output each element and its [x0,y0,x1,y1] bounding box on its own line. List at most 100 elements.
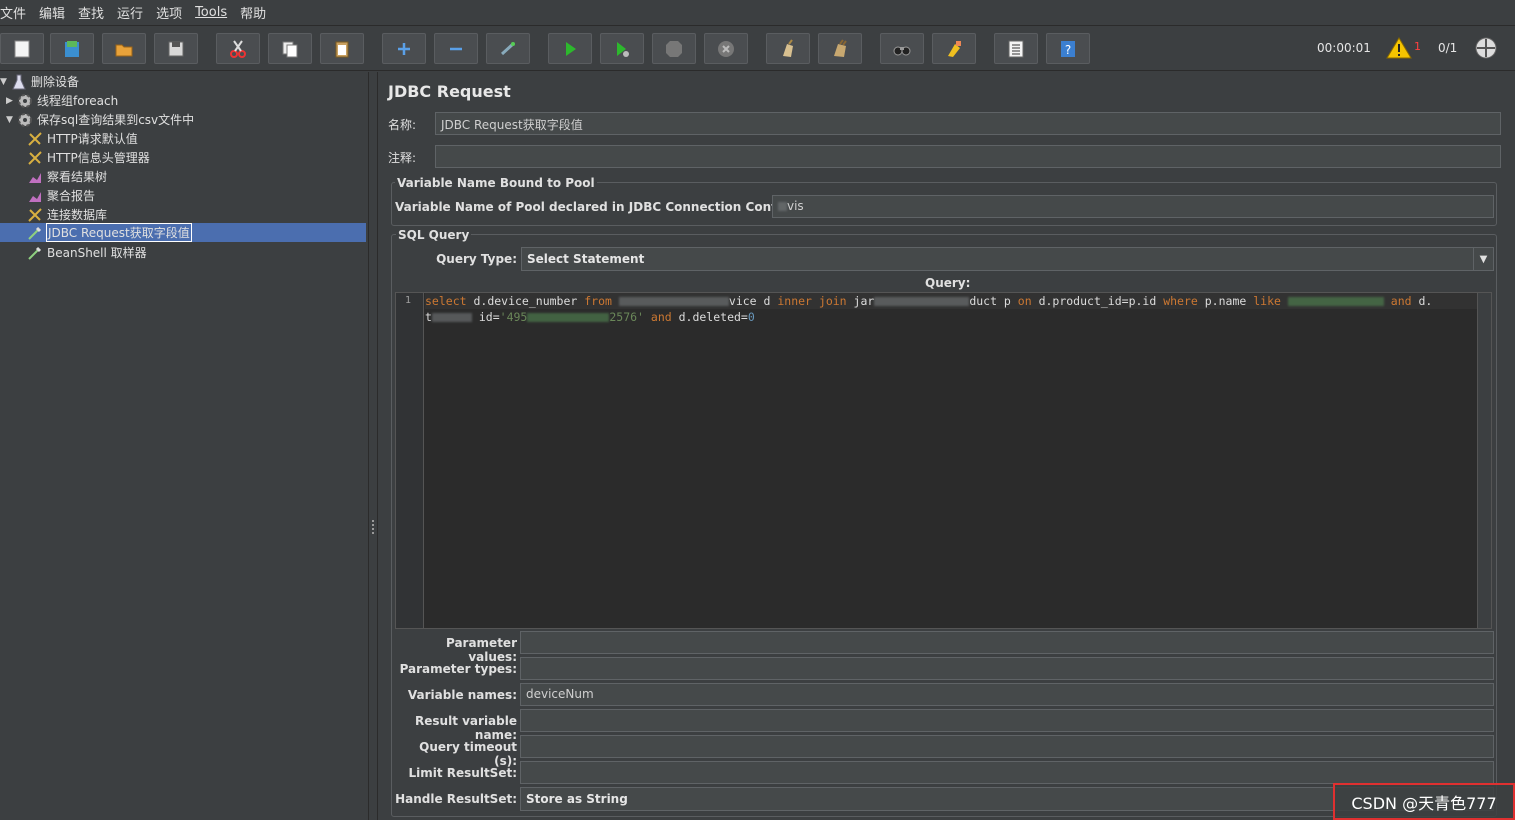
collapse-arrow-icon[interactable]: ▶ [6,96,16,106]
list-icon [1008,40,1024,57]
comment-label: 注释: [388,151,417,165]
start-no-pauses-button[interactable] [600,33,644,64]
minus-icon [450,47,462,50]
start-button[interactable] [548,33,592,64]
menu-bar: 文件 编辑 查找 运行 选项 Tools 帮助 [0,0,1515,26]
scissors-icon [230,39,246,58]
svg-text:?: ? [1065,43,1071,57]
parameter-types-field[interactable] [520,657,1494,680]
redacted-text [1287,297,1384,306]
help-button[interactable]: ? [1046,33,1090,64]
reset-search-icon [948,40,961,57]
toolbar: ? 00:00:01 1 0/1 [0,27,1515,71]
expand-arrow-icon[interactable]: ▼ [6,115,16,125]
menu-edit[interactable]: 编辑 [39,3,72,22]
expand-arrow-icon[interactable]: ▼ [0,77,10,87]
name-label: 名称: [388,118,417,132]
stop-icon [666,40,682,57]
collapse-button[interactable] [434,33,478,64]
templates-icon [65,40,79,57]
code-line-1: select d.device_number from vice d inner… [425,293,1479,309]
flask-icon [10,74,28,90]
active-threads: 0/1 [1438,41,1458,55]
save-button[interactable] [154,33,198,64]
menu-help[interactable]: 帮助 [240,3,273,22]
splitter-grip-icon [372,520,375,534]
tree-node-thread-group-foreach[interactable]: ▶ 线程组foreach [6,91,118,110]
copy-icon [282,41,298,57]
tree-node-view-results-tree[interactable]: 察看结果树 [26,167,107,186]
line-number-gutter: 1 [396,293,424,628]
query-editor[interactable]: 1 select d.device_number from vice d inn… [395,292,1492,629]
name-field[interactable]: JDBC Request获取字段值 [435,112,1501,135]
clear-all-button[interactable] [818,33,862,64]
redacted-text [778,202,787,211]
pool-group-title: Variable Name Bound to Pool [395,176,597,190]
toggle-icon [500,41,515,55]
expand-button[interactable] [382,33,426,64]
redacted-text [431,313,472,322]
open-folder-icon [115,44,133,56]
pool-name-field[interactable]: vis [772,195,1494,218]
copy-button[interactable] [268,33,312,64]
limit-resultset-label: Limit ResultSet: [408,766,517,780]
query-code[interactable]: select d.device_number from vice d inner… [425,293,1479,628]
tree-node-testplan[interactable]: ▼ 删除设备 [0,72,79,91]
page-title: JDBC Request [388,82,511,101]
tree-node-beanshell-sampler[interactable]: BeanShell 取样器 [26,243,147,262]
query-type-label: Query Type: [436,252,517,266]
shutdown-button[interactable] [704,33,748,64]
tree-node-db-connection[interactable]: 连接数据库 [26,205,107,224]
menu-options[interactable]: 选项 [156,3,189,22]
code-line-2: t id='495 2576' and d.deleted=0 [425,310,755,324]
query-timeout-label: Query timeout (s): [419,740,517,768]
plus-icon [398,42,410,55]
variable-names-field[interactable]: deviceNum [520,683,1494,706]
menu-run[interactable]: 运行 [117,3,150,22]
menu-file[interactable]: 文件 [0,3,33,22]
query-timeout-field[interactable] [520,735,1494,758]
warning-count: 1 [1414,40,1421,53]
tree-node-thread-group-save-csv[interactable]: ▼ 保存sql查询结果到csv文件中 [6,110,194,129]
tree-node-aggregate-report[interactable]: 聚合报告 [26,186,95,205]
menu-search[interactable]: 查找 [78,3,111,22]
result-variable-name-field[interactable] [520,709,1494,732]
tree-node-http-defaults[interactable]: HTTP请求默认值 [26,129,138,148]
pipette-icon [26,245,44,261]
open-button[interactable] [102,33,146,64]
chart-icon [26,188,44,204]
search-button[interactable] [880,33,924,64]
tree-node-http-header-manager[interactable]: HTTP信息头管理器 [26,148,150,167]
function-helper-button[interactable] [994,33,1038,64]
jdbc-request-panel: JDBC Request 名称: JDBC Request获取字段值 注释: V… [379,72,1515,820]
limit-resultset-field[interactable] [520,761,1494,784]
templates-button[interactable] [50,33,94,64]
reset-search-button[interactable] [932,33,976,64]
cut-button[interactable] [216,33,260,64]
play-icon [566,41,576,56]
warning-icon[interactable] [1386,36,1412,60]
elapsed-time: 00:00:01 [1317,41,1371,55]
toggle-button[interactable] [486,33,530,64]
stop-button[interactable] [652,33,696,64]
tree-node-jdbc-request[interactable]: JDBC Request获取字段值 [0,223,366,242]
clear-button[interactable] [766,33,810,64]
sql-query-group-title: SQL Query [396,228,472,242]
test-plan-tree: ▼ 删除设备 ▶ 线程组foreach ▼ 保存sql查询结果到csv文件中 H… [0,72,368,820]
redacted-text [874,297,970,306]
remote-globe-icon[interactable] [1474,36,1498,60]
variable-names-label: Variable names: [407,688,517,702]
query-type-select[interactable]: Select Statement ▼ [521,247,1494,271]
dropdown-arrow-icon[interactable]: ▼ [1473,248,1493,270]
play-no-pause-icon [617,41,629,57]
editor-scrollbar[interactable] [1477,293,1491,628]
parameter-values-field[interactable] [520,631,1494,654]
paste-icon [335,41,349,57]
binoculars-icon [893,46,911,55]
comment-field[interactable] [435,145,1501,168]
pane-splitter[interactable] [368,72,378,820]
save-icon [168,41,184,56]
menu-tools[interactable]: Tools [195,5,234,20]
paste-button[interactable] [320,33,364,64]
new-button[interactable] [0,33,44,64]
